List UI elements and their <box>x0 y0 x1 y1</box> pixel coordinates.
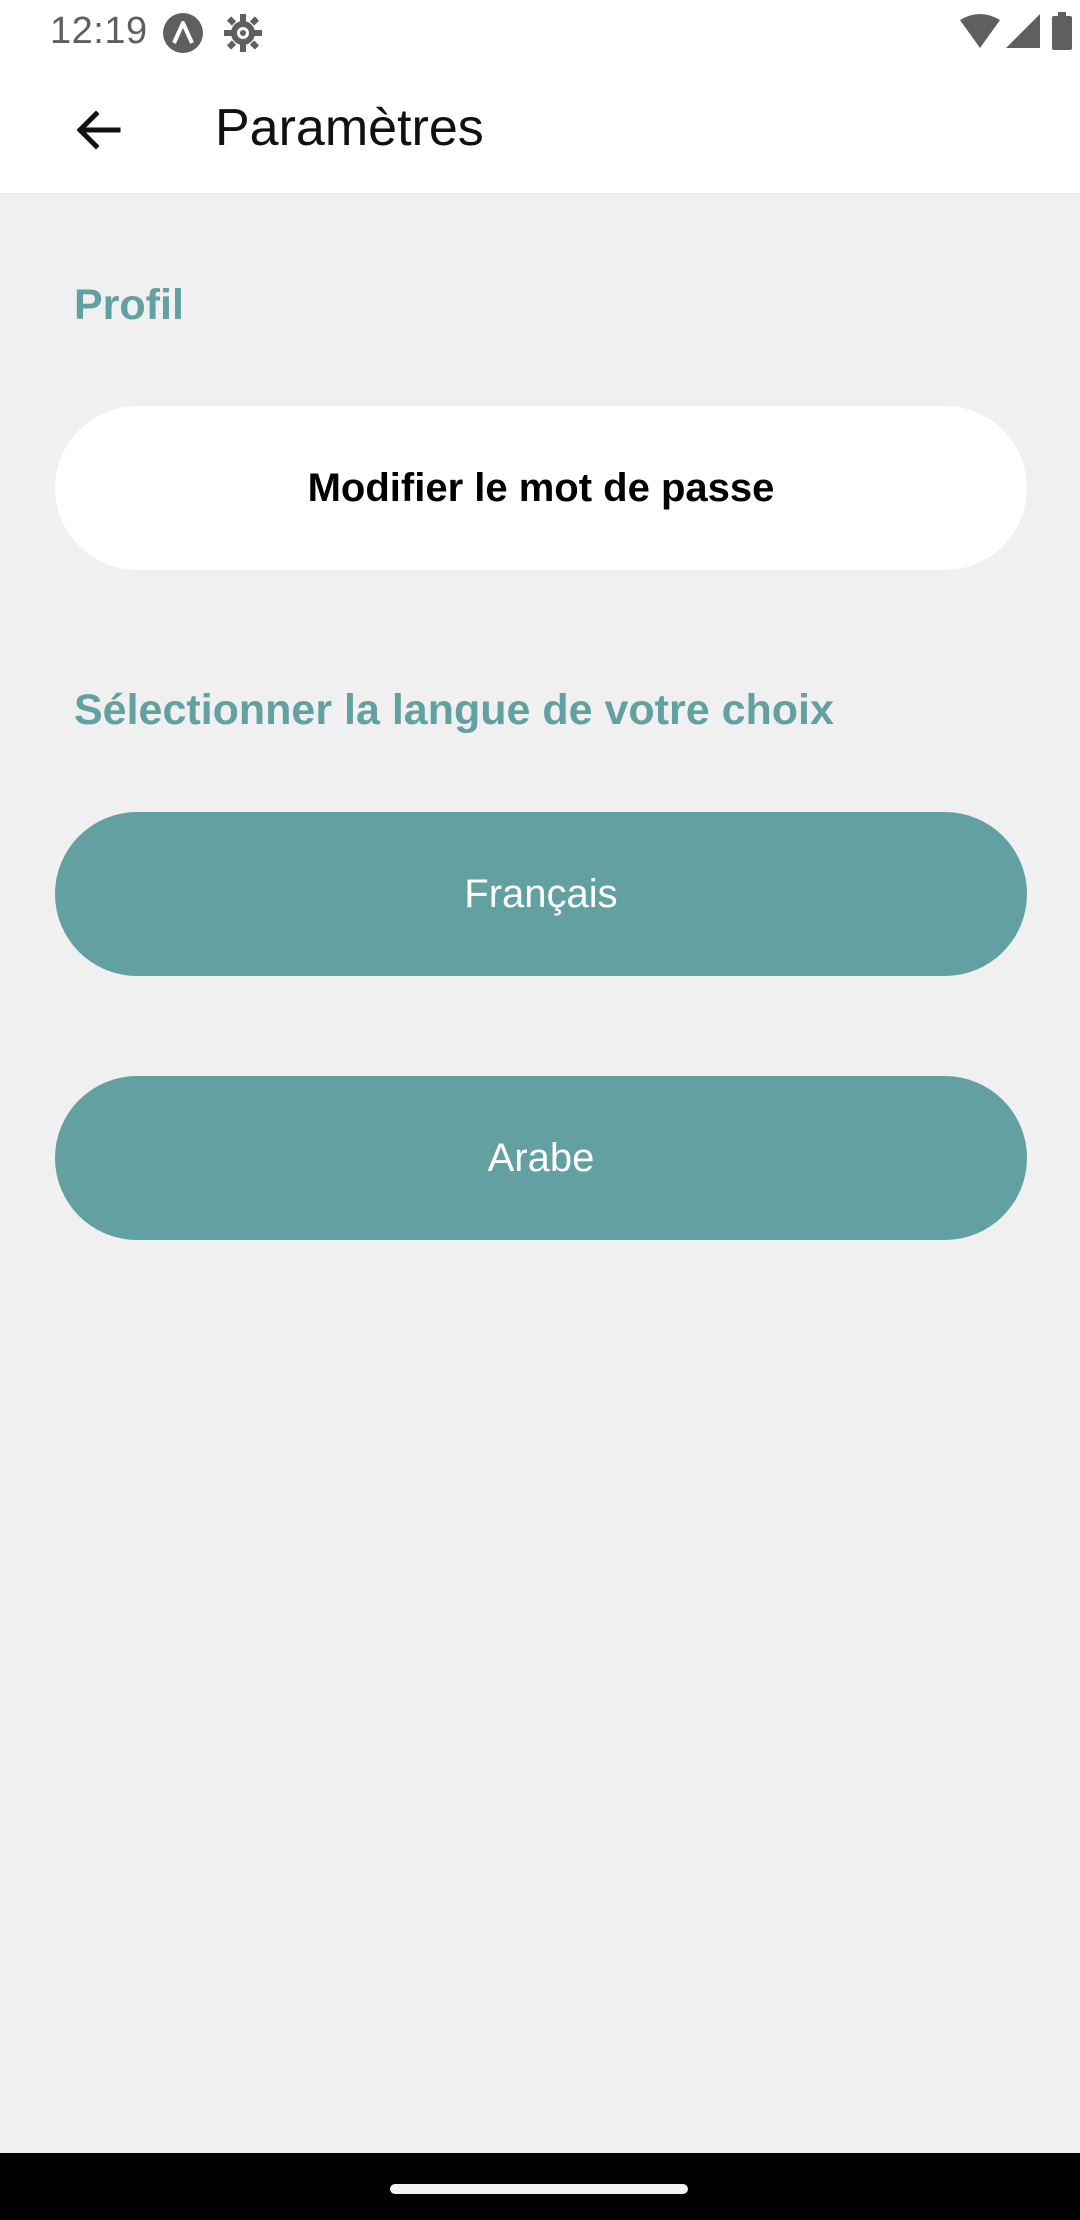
change-password-button[interactable]: Modifier le mot de passe <box>55 406 1027 570</box>
profile-section-label: Profil <box>74 281 184 329</box>
android-a-icon <box>162 12 204 54</box>
arrow-left-icon <box>74 106 122 159</box>
status-bar: 12:19 <box>0 0 1080 64</box>
battery-icon <box>1052 12 1072 55</box>
wifi-icon <box>960 14 1000 55</box>
status-right-icons <box>880 0 1080 64</box>
back-button[interactable] <box>58 92 138 172</box>
language-option-label: Français <box>464 871 618 916</box>
language-option-arabic-button[interactable]: Arabe <box>55 1076 1027 1240</box>
page-title: Paramètres <box>215 99 484 157</box>
change-password-label: Modifier le mot de passe <box>307 465 775 510</box>
language-option-french-button[interactable]: Français <box>55 812 1027 976</box>
home-indicator[interactable] <box>390 2184 688 2194</box>
language-section-label: Sélectionner la langue de votre choix <box>74 686 834 734</box>
gear-icon <box>222 12 264 54</box>
status-time: 12:19 <box>50 10 148 52</box>
signal-icon <box>1006 14 1040 53</box>
language-option-label: Arabe <box>487 1135 595 1180</box>
app-bar: Paramètres <box>0 64 1080 193</box>
system-nav-bar <box>0 2153 1080 2220</box>
